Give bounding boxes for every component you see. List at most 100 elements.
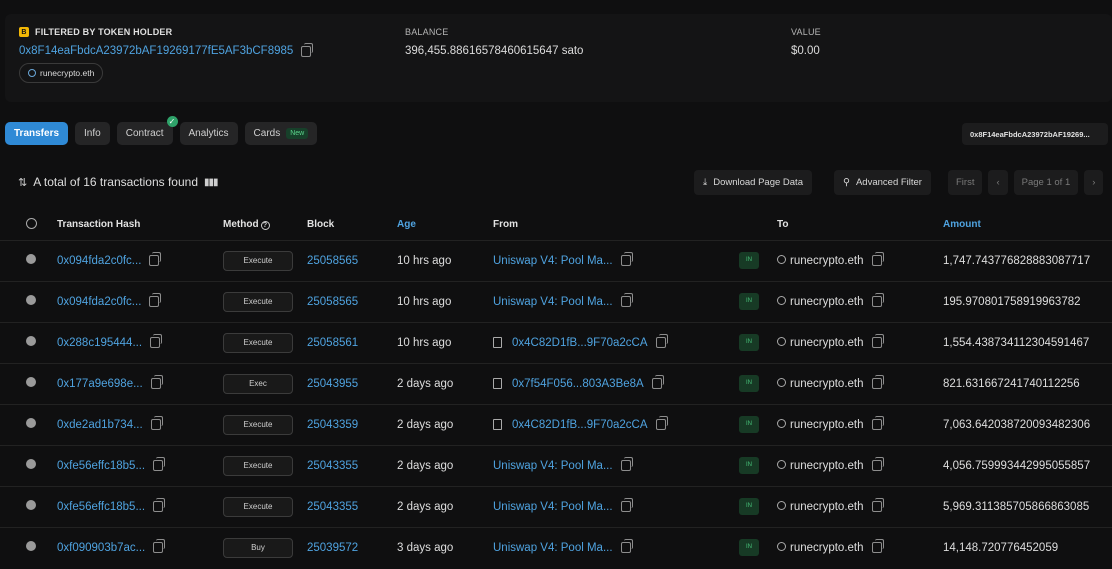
first-page-button[interactable]: First (948, 170, 983, 195)
tx-hash-link[interactable]: 0x288c195444... (57, 337, 142, 349)
copy-icon[interactable] (651, 375, 664, 389)
eye-icon[interactable] (26, 418, 36, 428)
copy-icon[interactable] (149, 252, 162, 266)
copy-icon[interactable] (301, 42, 314, 57)
copy-icon[interactable] (871, 498, 884, 512)
from-address-link[interactable]: 0x4C82D1fB...9F70a2cCA (512, 419, 648, 431)
from-address-link[interactable]: 0x7f54F056...803A3Be8A (512, 378, 644, 390)
eye-icon[interactable] (26, 336, 36, 346)
direction-badge: IN (739, 539, 759, 557)
copy-icon[interactable] (620, 293, 633, 307)
amount-cell: 4,056.759993442995055857 (943, 444, 1112, 486)
from-address-link[interactable]: Uniswap V4: Pool Ma... (493, 296, 613, 308)
block-link[interactable]: 25043355 (307, 460, 358, 472)
to-address[interactable]: runecrypto.eth (790, 542, 864, 554)
row-details-cell (0, 321, 57, 363)
from-address-link[interactable]: Uniswap V4: Pool Ma... (493, 501, 613, 513)
copy-icon[interactable] (871, 457, 884, 471)
copy-icon[interactable] (871, 334, 884, 348)
address-filter-pill[interactable]: 0x8F14eaFbdcA23972bAF19269... (962, 123, 1108, 145)
block-link[interactable]: 25058565 (307, 255, 358, 267)
eye-icon[interactable] (26, 541, 36, 552)
tx-hash-link[interactable]: 0xf090903b7ac... (57, 542, 145, 554)
to-address[interactable]: runecrypto.eth (790, 296, 864, 308)
age-header[interactable]: Age (397, 210, 493, 240)
ens-icon (777, 541, 786, 551)
block-link[interactable]: 25043355 (307, 501, 358, 513)
ens-icon (777, 500, 786, 510)
table-row: 0x177a9e698e... Exec 25043955 2 days ago 0x7… (0, 362, 1112, 404)
amount-cell: 5,969.311385705866863085 (943, 485, 1112, 527)
holder-address-link[interactable]: 0x8F14eaFbdcA23972bAF19269177fE5AF3bCF89… (19, 45, 293, 57)
tab-contract[interactable]: Contract ✓ (116, 116, 178, 145)
copy-icon[interactable] (871, 539, 884, 554)
to-address[interactable]: runecrypto.eth (790, 337, 864, 349)
block-link[interactable]: 25058565 (307, 296, 358, 308)
copy-icon[interactable] (871, 293, 884, 307)
balance-column: BALANCE 396,455.88616578460615647 sato (405, 27, 583, 57)
eye-icon[interactable] (26, 295, 36, 305)
eye-icon[interactable] (26, 500, 36, 510)
copy-icon[interactable] (150, 375, 163, 389)
holder-ens-chip[interactable]: runecrypto.eth (19, 63, 104, 83)
block-link[interactable]: 25039572 (307, 542, 358, 554)
copy-icon[interactable] (655, 416, 668, 430)
copy-icon[interactable] (149, 293, 162, 307)
advanced-filter-button[interactable]: ⚲ Advanced Filter (834, 170, 931, 195)
tab-info[interactable]: Info (75, 122, 110, 145)
chart-icon[interactable]: ▮▮▮ (204, 177, 218, 188)
from-address-link[interactable]: 0x4C82D1fB...9F70a2cCA (512, 337, 648, 349)
from-address-link[interactable]: Uniswap V4: Pool Ma... (493, 255, 613, 267)
ens-icon (28, 69, 36, 77)
eye-icon[interactable] (26, 377, 36, 387)
amount-cell: 1,747.743776828883087717 (943, 239, 1112, 281)
to-address[interactable]: runecrypto.eth (790, 501, 864, 513)
sort-icon[interactable]: ⇅ (18, 176, 27, 189)
to-address[interactable]: runecrypto.eth (790, 460, 864, 472)
copy-icon[interactable] (871, 375, 884, 389)
table-row: 0x288c195444... Execute 25058561 10 hrs ago… (0, 321, 1112, 363)
to-address[interactable]: runecrypto.eth (790, 419, 864, 431)
copy-icon[interactable] (620, 539, 633, 554)
tab-label: Transfers (14, 128, 60, 139)
tx-hash-link[interactable]: 0xfe56effc18b5... (57, 501, 145, 513)
next-page-button[interactable]: › (1084, 170, 1104, 195)
copy-icon[interactable] (153, 498, 166, 512)
block-cell: 25043359 (307, 403, 397, 445)
prev-page-button[interactable]: ‹ (988, 170, 1008, 195)
eye-icon[interactable] (26, 459, 36, 469)
tx-hash-link[interactable]: 0x177a9e698e... (57, 378, 143, 390)
copy-icon[interactable] (620, 457, 633, 471)
direction-cell: IN (739, 321, 777, 363)
copy-icon[interactable] (153, 457, 166, 471)
tx-hash-link[interactable]: 0x094fda2c0fc... (57, 255, 141, 267)
tab-cards[interactable]: Cards New (244, 122, 318, 145)
copy-icon[interactable] (153, 539, 166, 554)
copy-icon[interactable] (150, 334, 163, 348)
tx-hash-link[interactable]: 0xde2ad1b734... (57, 419, 143, 431)
copy-icon[interactable] (620, 252, 633, 266)
from-address-link[interactable]: Uniswap V4: Pool Ma... (493, 460, 613, 472)
tab-transfers[interactable]: Transfers (5, 122, 69, 145)
download-page-data-button[interactable]: ⤓ Download Page Data (694, 170, 812, 195)
amount-header[interactable]: Amount (943, 210, 1112, 240)
info-icon[interactable]: ? (260, 221, 270, 231)
block-link[interactable]: 25043359 (307, 419, 358, 431)
copy-icon[interactable] (871, 416, 884, 430)
block-link[interactable]: 25043955 (307, 378, 358, 390)
help-circle-icon[interactable] (26, 217, 37, 229)
block-link[interactable]: 25058561 (307, 337, 358, 349)
copy-icon[interactable] (655, 334, 668, 348)
from-address-link[interactable]: Uniswap V4: Pool Ma... (493, 542, 613, 554)
to-address[interactable]: runecrypto.eth (790, 255, 864, 267)
copy-icon[interactable] (620, 498, 633, 512)
copy-icon[interactable] (150, 416, 163, 430)
tab-analytics[interactable]: Analytics (179, 122, 238, 145)
eye-icon[interactable] (26, 254, 36, 264)
contract-icon (493, 337, 502, 348)
copy-icon[interactable] (871, 252, 884, 266)
direction-header (739, 210, 777, 240)
tx-hash-link[interactable]: 0x094fda2c0fc... (57, 296, 141, 308)
to-address[interactable]: runecrypto.eth (790, 378, 864, 390)
tx-hash-link[interactable]: 0xfe56effc18b5... (57, 460, 145, 472)
